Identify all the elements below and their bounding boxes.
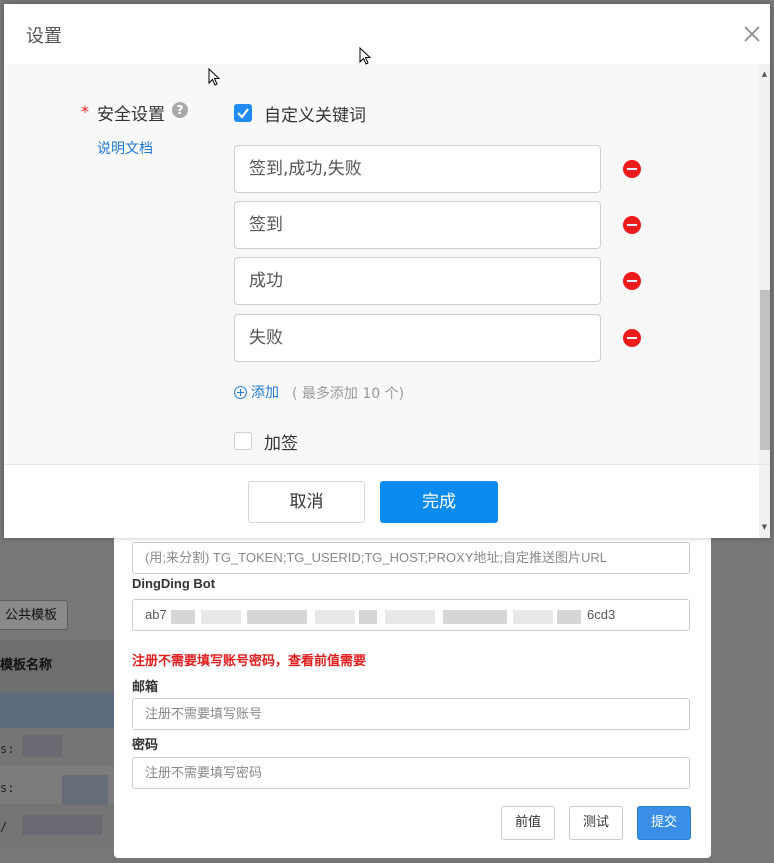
custom-keyword-label: 自定义关键词 [264,106,366,126]
background-right-panel [711,537,774,863]
dingding-token-input[interactable]: ab7 6cd3 [132,599,690,631]
test-button[interactable]: 测试 [569,806,623,840]
masked-segment [557,610,581,624]
add-limit-hint: ( 最多添加 10 个) [292,386,405,402]
password-field[interactable]: 注册不需要填写密码 [132,757,690,789]
close-icon[interactable] [742,24,762,44]
required-mark: * [81,102,89,121]
sign-label: 加签 [264,434,298,454]
mouse-cursor-icon [208,68,220,86]
submit-button[interactable]: 提交 [637,806,691,840]
row-text-fragment: s: [0,742,15,756]
doc-link[interactable]: 说明文档 [97,138,153,158]
scrollbar-thumb[interactable] [760,290,770,450]
notification-form-card: (用;来分割) TG_TOKEN;TG_USERID;TG_HOST;PROXY… [114,530,711,858]
dialog-footer: 取消 完成 ▼ [4,464,770,538]
remove-keyword-icon[interactable] [623,160,641,178]
custom-keyword-checkbox[interactable] [234,104,252,122]
scroll-down-arrow-icon[interactable]: ▼ [759,523,770,531]
masked-segment [171,610,195,624]
public-template-button[interactable]: 公共模板 [0,600,68,630]
masked-segment [443,610,507,624]
dingding-token-suffix: 6cd3 [587,607,616,622]
scroll-up-arrow-icon[interactable]: ▲ [759,68,770,80]
sign-checkbox[interactable] [234,432,252,450]
password-label: 密码 [132,737,159,752]
keyword-input[interactable]: 签到 [234,201,601,249]
dialog-body: * 安全设置 ? 说明文档 自定义关键词 签到,成功,失败 签到 成功 失败 添… [4,64,770,464]
background-bottom [114,858,711,863]
blurred-content [22,735,62,757]
remove-keyword-icon[interactable] [623,216,641,234]
blurred-content [62,775,108,805]
mouse-cursor-icon [359,47,371,65]
dialog-header: 设置 [4,4,770,64]
dingding-token-prefix: ab7 [145,607,167,622]
masked-segment [315,610,355,624]
masked-segment [201,610,241,624]
masked-segment [359,610,377,624]
remove-keyword-icon[interactable] [623,329,641,347]
add-keyword-label: 添加 [251,385,279,401]
cancel-button[interactable]: 取消 [248,481,365,523]
remove-keyword-icon[interactable] [623,272,641,290]
plus-circle-icon [234,385,247,399]
registration-warning: 注册不需要填写账号密码，查看前值需要 [132,654,367,669]
check-icon [237,108,249,119]
dialog-scrollbar-track: ▼ [759,465,770,538]
dingding-label: DingDing Bot [132,576,216,591]
keyword-input[interactable]: 失败 [234,314,601,362]
template-name-header: 模板名称 [0,640,114,692]
masked-segment [385,610,435,624]
settings-dialog: 设置 * 安全设置 ? 说明文档 自定义关键词 签到,成功,失败 签到 成功 失… [4,4,770,538]
row-text-fragment: s: [0,781,15,795]
add-keyword-button[interactable]: 添加 [234,382,279,402]
security-settings-label: 安全设置 [97,105,165,125]
dialog-title: 设置 [26,26,62,47]
blurred-content [22,815,102,835]
help-icon[interactable]: ? [172,102,188,118]
email-field[interactable]: 注册不需要填写账号 [132,698,690,730]
prev-value-button[interactable]: 前值 [501,806,555,840]
dialog-scrollbar[interactable]: ▲ [759,64,770,464]
tg-config-input[interactable]: (用;来分割) TG_TOKEN;TG_USERID;TG_HOST;PROXY… [132,542,690,574]
table-row[interactable] [0,692,114,728]
masked-segment [247,610,307,624]
masked-segment [513,610,553,624]
row-text-fragment: / [0,820,8,834]
keyword-input[interactable]: 成功 [234,257,601,305]
email-label: 邮箱 [132,679,159,694]
done-button[interactable]: 完成 [380,481,498,523]
keyword-input[interactable]: 签到,成功,失败 [234,145,601,193]
